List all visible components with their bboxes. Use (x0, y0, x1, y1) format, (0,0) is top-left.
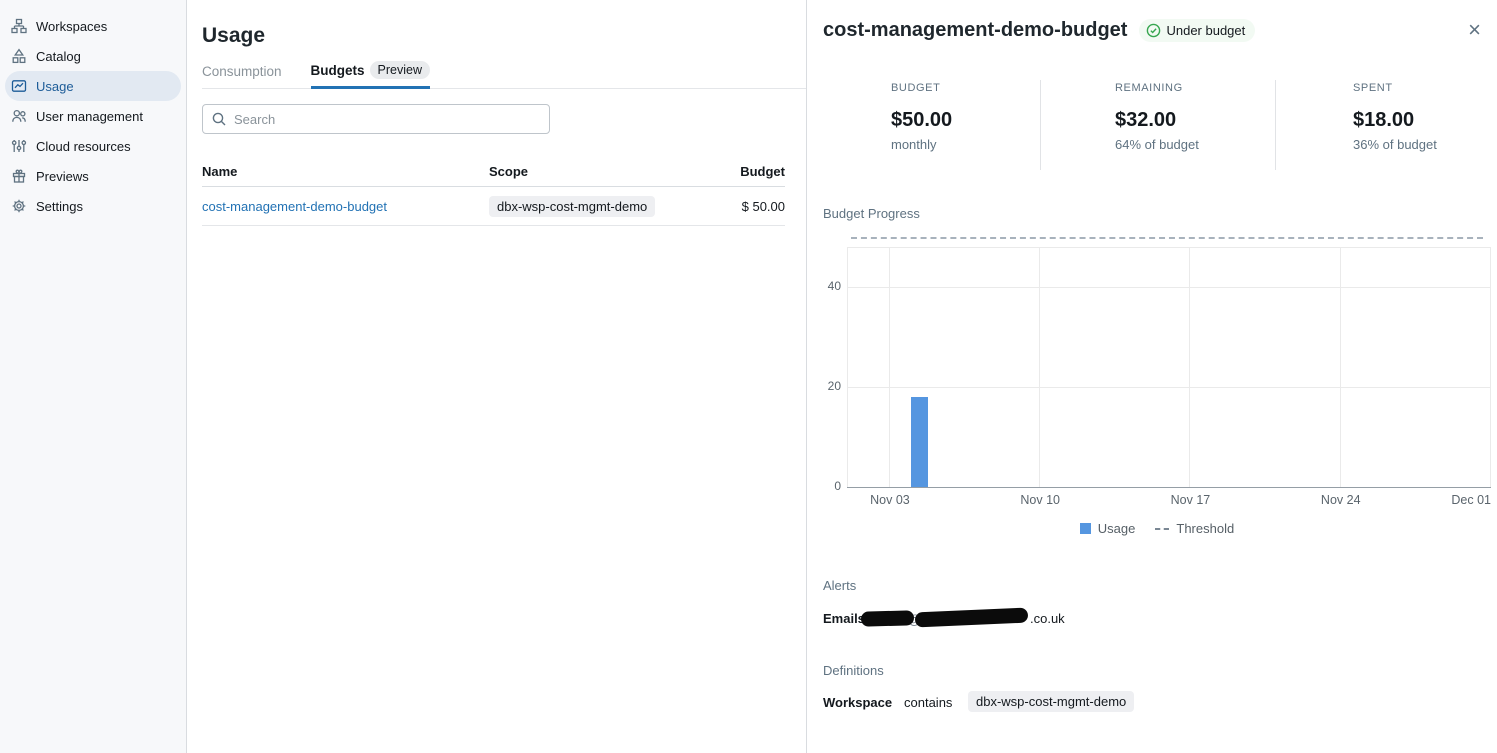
sidebar-item-label: Cloud resources (36, 139, 131, 154)
gridline-x-3 (1340, 247, 1341, 487)
gridline-x-2 (1189, 247, 1190, 487)
tab-budgets[interactable]: Budgets Preview (311, 61, 430, 89)
budget-amount: $ 50.00 (737, 199, 785, 214)
users-icon (11, 108, 27, 124)
gridline-y-20 (847, 387, 1491, 388)
definition-operator: contains (904, 695, 952, 710)
sidebar-item-label: User management (36, 109, 143, 124)
sidebar-item-workspaces[interactable]: Workspaces (5, 11, 181, 41)
threshold-legend-dash (1155, 528, 1169, 530)
budget-progress-chart: 0 20 40 Nov 03 Nov 10 Nov 17 Nov 24 Dec 01 (823, 225, 1491, 507)
scope-chip: dbx-wsp-cost-mgmt-demo (489, 196, 655, 217)
y-axis-line (847, 247, 848, 487)
usage-bar (911, 397, 928, 487)
budget-name-link[interactable]: cost-management-demo-budget (202, 199, 387, 214)
chart-legend: Usage Threshold (823, 521, 1491, 536)
definition-value-chip: dbx-wsp-cost-mgmt-demo (968, 691, 1134, 712)
stat-spent: SPENT $18.00 36% of budget (1275, 80, 1482, 170)
table-row[interactable]: cost-management-demo-budget dbx-wsp-cost… (202, 187, 785, 226)
threshold-legend-label: Threshold (1176, 521, 1234, 536)
gridline-x-4 (1490, 247, 1491, 487)
chart-heading: Budget Progress (823, 206, 920, 221)
stat-remaining: REMAINING $32.00 64% of budget (1040, 80, 1275, 170)
sidebar-item-previews[interactable]: Previews (5, 161, 181, 191)
sidebar: Workspaces Catalog Usage User management… (0, 0, 187, 753)
sidebar-item-label: Previews (36, 169, 89, 184)
alerts-emails-row: Emails @ .co.uk (823, 608, 1473, 630)
catalog-icon (11, 48, 27, 64)
redaction-mark (861, 610, 914, 626)
usage-legend-swatch (1080, 523, 1091, 534)
x-axis-tick: Nov 10 (1020, 493, 1060, 507)
x-axis-tick: Nov 03 (870, 493, 910, 507)
usage-legend-label: Usage (1098, 521, 1136, 536)
check-circle-icon (1146, 23, 1161, 38)
sidebar-item-label: Usage (36, 79, 74, 94)
definitions-heading: Definitions (823, 663, 884, 678)
email-suffix-fragment: .co.uk (1030, 611, 1065, 626)
stat-budget: BUDGET $50.00 monthly (823, 80, 1040, 170)
search-input[interactable] (234, 112, 541, 127)
preview-badge: Preview (370, 61, 430, 79)
search-icon (211, 111, 227, 127)
x-axis-tick: Dec 01 (1451, 493, 1491, 507)
alerts-heading: Alerts (823, 578, 856, 593)
sidebar-item-user-management[interactable]: User management (5, 101, 181, 131)
usage-chart-icon (11, 78, 27, 94)
gridline-x-1 (1039, 247, 1040, 487)
main-content: Usage Consumption Budgets Preview Name S… (187, 0, 806, 753)
budget-detail-panel: cost-management-demo-budget Under budget… (806, 0, 1497, 753)
y-axis-tick: 40 (823, 279, 841, 293)
redaction-mark (915, 608, 1029, 628)
sidebar-item-usage[interactable]: Usage (5, 71, 181, 101)
gear-icon (11, 198, 27, 214)
x-axis-line (847, 487, 1491, 488)
workspaces-icon (11, 18, 27, 34)
gridline-x-0 (889, 247, 890, 487)
tab-budgets-label: Budgets (311, 63, 365, 78)
table-header: Name Scope Budget (202, 156, 785, 187)
x-axis-tick: Nov 17 (1171, 493, 1211, 507)
x-axis-tick: Nov 24 (1321, 493, 1361, 507)
gift-icon (11, 168, 27, 184)
y-axis-tick: 0 (823, 479, 841, 493)
definition-field: Workspace (823, 695, 892, 710)
sidebar-item-cloud-resources[interactable]: Cloud resources (5, 131, 181, 161)
sidebar-item-settings[interactable]: Settings (5, 191, 181, 221)
sidebar-item-label: Catalog (36, 49, 81, 64)
sidebar-item-label: Settings (36, 199, 83, 214)
column-header-name: Name (202, 164, 489, 179)
definition-row: Workspace contains dbx-wsp-cost-mgmt-dem… (823, 691, 1473, 715)
column-header-scope: Scope (489, 164, 737, 179)
status-badge-label: Under budget (1166, 23, 1245, 38)
tab-bar: Consumption Budgets Preview (202, 61, 806, 89)
sidebar-item-label: Workspaces (36, 19, 107, 34)
sliders-icon (11, 138, 27, 154)
page-title: Usage (202, 24, 806, 48)
sidebar-item-catalog[interactable]: Catalog (5, 41, 181, 71)
y-axis-tick: 20 (823, 379, 841, 393)
tab-consumption[interactable]: Consumption (202, 64, 282, 88)
close-icon[interactable]: × (1468, 20, 1481, 40)
gridline-y-40 (847, 287, 1491, 288)
stats-row: BUDGET $50.00 monthly REMAINING $32.00 6… (823, 80, 1482, 170)
search-box[interactable] (202, 104, 550, 134)
status-badge: Under budget (1139, 19, 1255, 42)
column-header-budget: Budget (737, 164, 785, 179)
plot-top-border (847, 247, 1491, 248)
emails-label: Emails (823, 611, 865, 626)
panel-title: cost-management-demo-budget (823, 19, 1127, 42)
budgets-table: Name Scope Budget cost-management-demo-b… (202, 156, 785, 226)
threshold-line (851, 237, 1483, 239)
